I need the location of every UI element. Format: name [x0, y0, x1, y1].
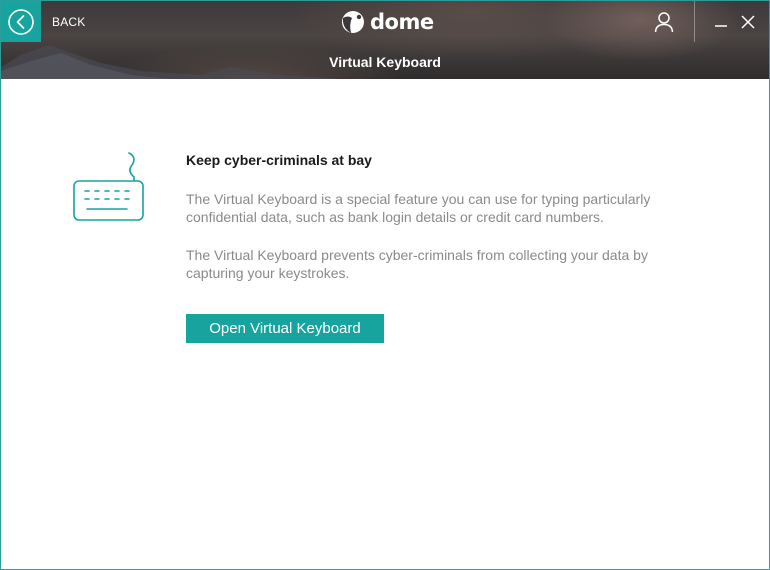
- minimize-icon[interactable]: [711, 11, 731, 33]
- chevron-left-icon: [8, 8, 34, 35]
- close-icon[interactable]: [738, 11, 758, 33]
- logo-text: dome: [370, 10, 434, 34]
- keyboard-icon: [73, 152, 144, 221]
- user-icon[interactable]: [653, 11, 675, 33]
- header-banner: BACK dome Virtual Keyboard: [1, 1, 769, 79]
- page-title: Virtual Keyboard: [329, 54, 441, 70]
- dome-logo: dome: [340, 9, 434, 35]
- description-paragraph-2: The Virtual Keyboard prevents cyber-crim…: [186, 247, 648, 281]
- feature-description: Keep cyber-criminals at bay The Virtual …: [186, 152, 706, 302]
- back-button[interactable]: [1, 1, 41, 42]
- open-virtual-keyboard-button[interactable]: Open Virtual Keyboard: [186, 314, 384, 343]
- panda-logo-icon: [342, 11, 364, 33]
- back-label[interactable]: BACK: [52, 15, 85, 29]
- description-paragraph-1: The Virtual Keyboard is a special featur…: [186, 191, 651, 225]
- feature-heading: Keep cyber-criminals at bay: [186, 152, 372, 168]
- app-window: BACK dome Virtual Keyboard Keep cyber-cr…: [0, 0, 770, 570]
- header-divider: [694, 1, 695, 42]
